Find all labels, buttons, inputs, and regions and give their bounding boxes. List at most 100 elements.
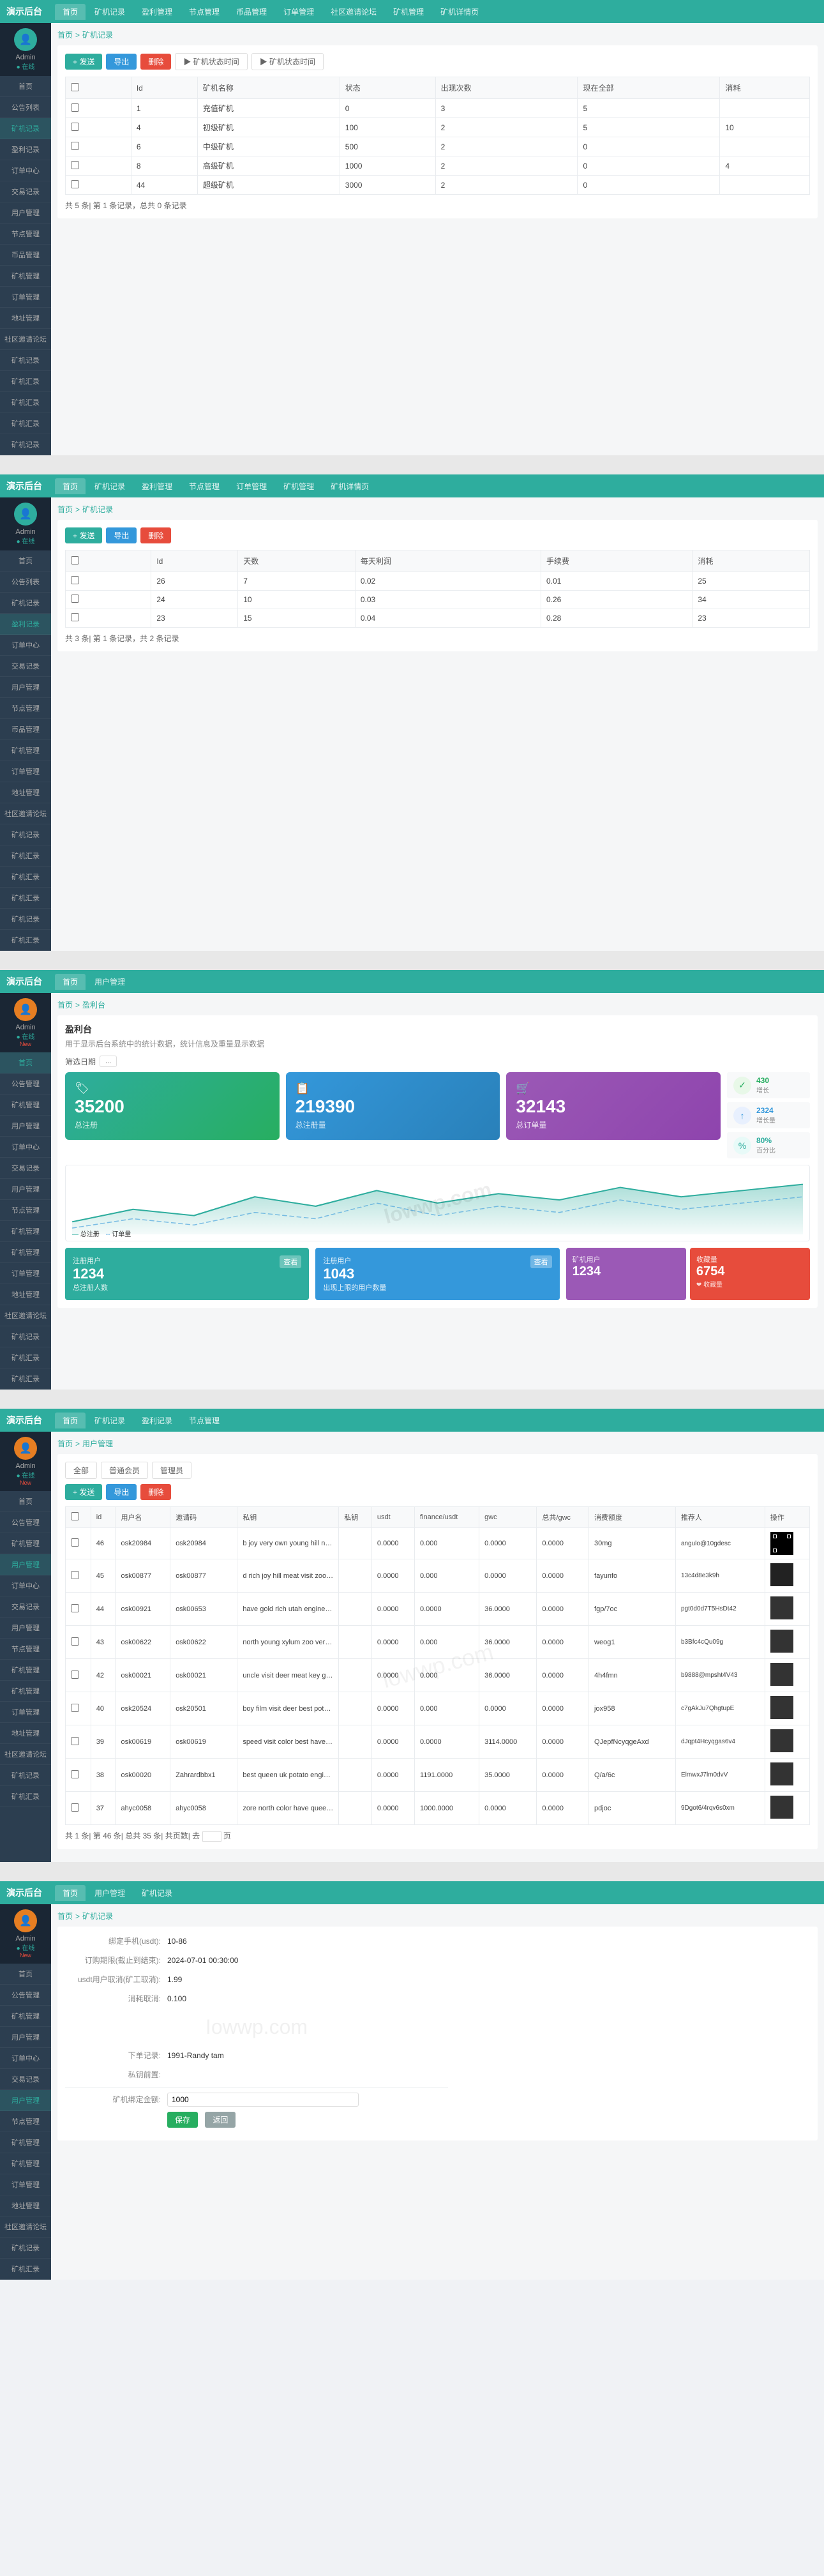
s3-usermgr[interactable]: 用户管理 — [0, 1179, 51, 1200]
s5-coin[interactable]: 矿机管理 — [0, 2132, 51, 2153]
s4-coin[interactable]: 矿机管理 — [0, 1660, 51, 1681]
s4-forum[interactable]: 社区邀请论坛 — [0, 1744, 51, 1765]
view-button-2[interactable]: 查看 — [530, 1255, 552, 1268]
s2-ordercenter[interactable]: 订单中心 — [0, 635, 51, 656]
u-row-check[interactable] — [71, 1538, 79, 1547]
sidebar-item-ordercenter[interactable]: 订单中心 — [0, 160, 51, 181]
s2-minerlog[interactable]: 矿机汇录 — [0, 845, 51, 867]
u-row-check[interactable] — [71, 1770, 79, 1778]
s3-home[interactable]: 首页 — [0, 1052, 51, 1073]
nav2-tab-mine[interactable]: 矿机记录 — [87, 478, 133, 494]
breadcrumb5-home[interactable]: 首页 — [57, 1911, 73, 1921]
s2-address[interactable]: 地址管理 — [0, 782, 51, 803]
s5-notice[interactable]: 公告管理 — [0, 1985, 51, 2006]
filter-btn1[interactable]: ▶ 矿机状态时间 — [175, 53, 247, 70]
s3-minerlog[interactable]: 矿机汇录 — [0, 1347, 51, 1368]
u-row-check[interactable] — [71, 1737, 79, 1745]
sidebar-item-machinemanage[interactable]: 矿机管理 — [0, 266, 51, 287]
s3-machine[interactable]: 矿机管理 — [0, 1095, 51, 1116]
s5-user[interactable]: 用户管理 — [0, 2027, 51, 2048]
p-row-check[interactable] — [71, 613, 79, 621]
s4-address[interactable]: 地址管理 — [0, 1723, 51, 1744]
nav-tab-mine[interactable]: 矿机记录 — [87, 4, 133, 20]
nav-tab-profit[interactable]: 盈利管理 — [134, 4, 180, 20]
s4-node[interactable]: 节点管理 — [0, 1639, 51, 1660]
sidebar-item-forum[interactable]: 社区邀请论坛 — [0, 329, 51, 350]
save-button[interactable]: 保存 — [167, 2112, 198, 2128]
nav5-tab-mine[interactable]: 矿机记录 — [134, 1885, 180, 1901]
nav-tab-home[interactable]: 首页 — [55, 4, 86, 20]
s2-machine[interactable]: 矿机记录 — [0, 593, 51, 614]
breadcrumb4-home[interactable]: 首页 — [57, 1438, 73, 1449]
s4-minerlog[interactable]: 矿机汇录 — [0, 1786, 51, 1807]
s3-miner[interactable]: 矿机记录 — [0, 1326, 51, 1347]
s2-machinemanage[interactable]: 矿机管理 — [0, 740, 51, 761]
sidebar-item-minere4[interactable]: 矿机记录 — [0, 434, 51, 455]
sidebar-item-profit[interactable]: 盈利记录 — [0, 139, 51, 160]
s3-notice[interactable]: 公告管理 — [0, 1073, 51, 1095]
nav3-tab-user[interactable]: 用户管理 — [87, 974, 133, 990]
u-row-check[interactable] — [71, 1604, 79, 1612]
select-all[interactable] — [71, 83, 79, 91]
sidebar-item-user[interactable]: 用户管理 — [0, 202, 51, 224]
breadcrumb-home[interactable]: 首页 — [57, 29, 73, 40]
s4-usermgr[interactable]: 用户管理 — [0, 1618, 51, 1639]
sidebar-item-node[interactable]: 节点管理 — [0, 224, 51, 245]
s2-user[interactable]: 用户管理 — [0, 677, 51, 698]
nav2-tab-node[interactable]: 节点管理 — [181, 478, 227, 494]
s5-ordercenter[interactable]: 订单中心 — [0, 2048, 51, 2069]
nav2-tab-forum[interactable]: 矿机管理 — [276, 478, 322, 494]
s2-miner[interactable]: 矿机记录 — [0, 824, 51, 845]
s3-node[interactable]: 节点管理 — [0, 1200, 51, 1221]
nav-tab-coin[interactable]: 币品管理 — [228, 4, 274, 20]
s5-node[interactable]: 节点管理 — [0, 2111, 51, 2132]
sidebar-item-coin[interactable]: 币品管理 — [0, 245, 51, 266]
sidebar-item-minerlog[interactable]: 矿机汇录 — [0, 371, 51, 392]
delete-button-2[interactable]: 删除 — [140, 527, 171, 543]
nav4-tab-home[interactable]: 首页 — [55, 1413, 86, 1428]
nav2-tab-order[interactable]: 订单管理 — [228, 478, 274, 494]
export-user-button[interactable]: 导出 — [106, 1484, 137, 1500]
nav-tab-detail[interactable]: 矿机详情页 — [433, 4, 486, 20]
s2-coin[interactable]: 币品管理 — [0, 719, 51, 740]
s5-usermgr[interactable]: 用户管理 — [0, 2090, 51, 2111]
nav2-tab-home[interactable]: 首页 — [55, 478, 86, 494]
nav-tab-order[interactable]: 订单管理 — [276, 4, 322, 20]
nav2-tab-profit[interactable]: 盈利管理 — [134, 478, 180, 494]
sidebar-item-minerlog3[interactable]: 矿机汇录 — [0, 413, 51, 434]
s4-order[interactable]: 订单管理 — [0, 1702, 51, 1723]
s2-trade[interactable]: 交易记录 — [0, 656, 51, 677]
nav4-tab-mine[interactable]: 矿机记录 — [87, 1413, 133, 1428]
nav4-tab-user[interactable]: 节点管理 — [181, 1413, 227, 1428]
sidebar-item-trade[interactable]: 交易记录 — [0, 181, 51, 202]
s2-forum[interactable]: 社区邀请论坛 — [0, 803, 51, 824]
s5-forum[interactable]: 社区邀请论坛 — [0, 2216, 51, 2238]
s4-machinemanage[interactable]: 矿机管理 — [0, 1681, 51, 1702]
p-select-all[interactable] — [71, 556, 79, 564]
u-row-check[interactable] — [71, 1803, 79, 1812]
s4-user[interactable]: 用户管理 — [0, 1554, 51, 1575]
s4-trade[interactable]: 交易记录 — [0, 1596, 51, 1618]
s4-machine[interactable]: 矿机管理 — [0, 1533, 51, 1554]
sidebar-item-miner[interactable]: 矿机记录 — [0, 350, 51, 371]
s3-order[interactable]: 订单管理 — [0, 1263, 51, 1284]
s3-address[interactable]: 地址管理 — [0, 1284, 51, 1305]
add-user-button[interactable]: + 发送 — [65, 1484, 102, 1500]
nav2-tab-detail[interactable]: 矿机详情页 — [323, 478, 377, 494]
sidebar-item-home[interactable]: 首页 — [0, 76, 51, 97]
row-check[interactable] — [71, 103, 79, 112]
row-check[interactable] — [71, 180, 79, 188]
date-filter-button[interactable]: ... — [100, 1056, 117, 1067]
s5-order[interactable]: 订单管理 — [0, 2174, 51, 2195]
s5-machinemanage[interactable]: 矿机管理 — [0, 2153, 51, 2174]
nav-tab-machine[interactable]: 矿机管理 — [386, 4, 431, 20]
s5-machine[interactable]: 矿机管理 — [0, 2006, 51, 2027]
s2-node[interactable]: 节点管理 — [0, 698, 51, 719]
s4-notice[interactable]: 公告管理 — [0, 1512, 51, 1533]
p-row-check[interactable] — [71, 576, 79, 584]
filter-normal[interactable]: 普通会员 — [101, 1462, 148, 1479]
s5-minerlog[interactable]: 矿机汇录 — [0, 2259, 51, 2280]
s4-miner[interactable]: 矿机记录 — [0, 1765, 51, 1786]
filter-all[interactable]: 全部 — [65, 1462, 97, 1479]
sidebar-item-address[interactable]: 地址管理 — [0, 308, 51, 329]
